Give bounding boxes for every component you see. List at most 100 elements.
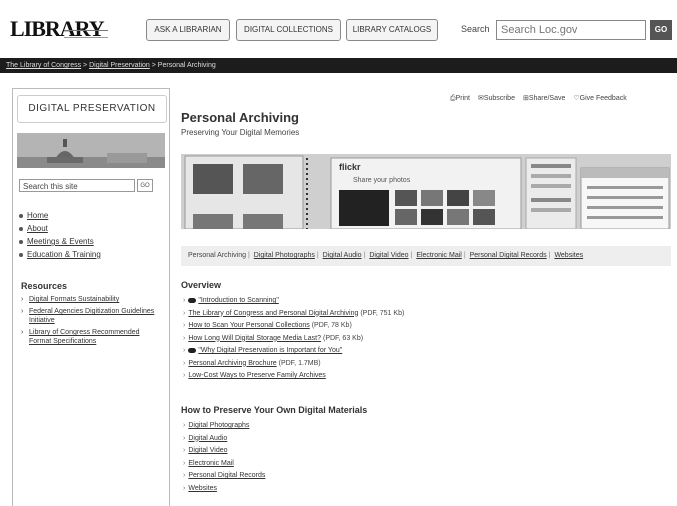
how-to-link[interactable]: Digital Video: [188, 447, 227, 454]
print-tool[interactable]: ⎙Print: [450, 95, 470, 102]
list-item: › Personal Archiving Brochure (PDF, 1.7MB…: [183, 358, 404, 371]
breadcrumb-link[interactable]: The Library of Congress: [6, 62, 81, 69]
sidebar-search-input[interactable]: Search this site: [19, 179, 135, 192]
how-to-link[interactable]: Electronic Mail: [188, 460, 234, 467]
tab-personal-digital-records[interactable]: Personal Digital Records: [470, 252, 547, 259]
banner-image: flickr Share your photos: [181, 154, 671, 229]
arrow-icon: ›: [183, 334, 186, 342]
list-item: › Electronic Mail: [183, 458, 265, 471]
overview-link[interactable]: How Long Will Digital Storage Media Last…: [188, 335, 321, 342]
how-to-link[interactable]: Personal Digital Records: [188, 472, 265, 479]
file-info: (PDF, 751 Kb): [360, 309, 405, 317]
bullet-icon: [19, 226, 23, 231]
arrow-icon: ›: [183, 447, 186, 454]
arrow-icon: ›: [21, 308, 24, 315]
overview-link[interactable]: The Library of Congress and Personal Dig…: [188, 310, 358, 317]
arrow-icon: ›: [183, 372, 186, 379]
overview-link[interactable]: "Introduction to Scanning": [198, 297, 278, 304]
list-item: › Digital Video: [183, 445, 265, 458]
feedback-label: Give Feedback: [579, 95, 627, 102]
list-item: › "Introduction to Scanning": [183, 295, 404, 308]
tab-digital-audio[interactable]: Digital Audio: [323, 252, 362, 259]
arrow-icon: ›: [183, 322, 186, 329]
resource-link[interactable]: Library of Congress Recommended Format S…: [29, 329, 140, 345]
site-search-input[interactable]: [496, 20, 646, 40]
breadcrumb-separator: >: [151, 62, 156, 69]
list-item: › Personal Digital Records: [183, 470, 265, 483]
video-icon: [188, 347, 197, 353]
share-label: Share/Save: [528, 95, 566, 102]
page-tools: ⎙Print ✉Subscribe ⊞Share/Save ♡Give Feed…: [450, 94, 633, 103]
resource-link[interactable]: Federal Agencies Digitization Guidelines…: [29, 308, 154, 324]
overview-link[interactable]: How to Scan Your Personal Collections: [188, 322, 309, 329]
resource-item[interactable]: › Federal Agencies Digitization Guideline…: [21, 307, 161, 325]
sidebar-item-label[interactable]: Meetings & Events: [27, 237, 94, 246]
how-to-heading: How to Preserve Your Own Digital Materia…: [181, 405, 368, 415]
page-subtitle: Preserving Your Digital Memories: [181, 128, 300, 137]
overview-link[interactable]: Low-Cost Ways to Preserve Family Archive…: [188, 372, 325, 379]
sidebar-item-label[interactable]: About: [27, 224, 48, 233]
feedback-tool[interactable]: ♡Give Feedback: [573, 95, 626, 102]
search-go-button[interactable]: GO: [650, 20, 672, 40]
sidebar-item-label[interactable]: Home: [27, 211, 48, 220]
list-item: › "Why Digital Preservation is Important …: [183, 345, 404, 358]
tab-websites[interactable]: Websites: [554, 252, 583, 259]
sidebar-item-education[interactable]: Education & Training: [19, 248, 101, 261]
how-to-list: › Digital Photographs › Digital Audio › Dig…: [183, 420, 265, 495]
breadcrumb: The Library of Congress > Digital Preser…: [0, 58, 677, 73]
arrow-icon: ›: [183, 422, 186, 429]
subscribe-tool[interactable]: ✉Subscribe: [478, 95, 515, 102]
sidebar-item-label[interactable]: Education & Training: [27, 250, 101, 259]
how-to-link[interactable]: Digital Photographs: [188, 422, 249, 429]
arrow-icon: ›: [183, 309, 186, 317]
overview-link[interactable]: "Why Digital Preservation is Important f…: [198, 347, 342, 354]
sidebar-nav: Home About Meetings & Events Education &…: [19, 209, 101, 261]
breadcrumb-link[interactable]: Digital Preservation: [89, 62, 150, 69]
library-catalogs-button[interactable]: LIBRARY CATALOGS: [346, 19, 438, 41]
bullet-icon: [19, 252, 23, 257]
tab-digital-photographs[interactable]: Digital Photographs: [254, 252, 315, 259]
resource-item[interactable]: › Digital Formats Sustainability: [21, 295, 161, 304]
list-item: › Digital Photographs: [183, 420, 265, 433]
how-to-link[interactable]: Websites: [188, 485, 217, 492]
overview-link[interactable]: Personal Archiving Brochure: [188, 360, 276, 367]
tab-electronic-mail[interactable]: Electronic Mail: [416, 252, 462, 259]
arrow-icon: ›: [21, 329, 24, 336]
arrow-icon: ›: [183, 297, 186, 304]
arrow-icon: ›: [21, 296, 24, 303]
flickr-logo: flickr: [339, 162, 361, 172]
sidebar-item-about[interactable]: About: [19, 222, 101, 235]
sidebar-title[interactable]: DIGITAL PRESERVATION: [17, 95, 167, 123]
resource-item[interactable]: › Library of Congress Recommended Format …: [21, 328, 161, 346]
capitol-dome-image: [17, 133, 165, 168]
site-header: LIBRARY ASK A LIBRARIAN DIGITAL COLLECTI…: [0, 0, 677, 59]
sidebar-item-home[interactable]: Home: [19, 209, 101, 222]
overview-list: › "Introduction to Scanning" › The Library…: [183, 295, 404, 383]
resources-list: › Digital Formats Sustainability › Federal…: [21, 295, 161, 349]
list-item: › Websites: [183, 483, 265, 496]
arrow-icon: ›: [183, 484, 186, 492]
library-logo[interactable]: LIBRARY: [10, 16, 105, 42]
ask-librarian-button[interactable]: ASK A LIBRARIAN: [146, 19, 230, 41]
sidebar-item-meetings[interactable]: Meetings & Events: [19, 235, 101, 248]
how-to-link[interactable]: Digital Audio: [188, 435, 227, 442]
sidebar-search-go-button[interactable]: GO: [137, 179, 153, 192]
arrow-icon: ›: [183, 434, 186, 442]
list-item: › How Long Will Digital Storage Media Las…: [183, 333, 404, 346]
resource-link[interactable]: Digital Formats Sustainability: [29, 296, 119, 303]
arrow-icon: ›: [183, 347, 186, 354]
video-icon: [188, 297, 197, 303]
arrow-icon: ›: [183, 359, 186, 367]
print-label: Print: [455, 95, 471, 102]
arrow-icon: ›: [183, 472, 186, 479]
file-info: (PDF, 78 Kb): [311, 322, 352, 329]
tab-digital-video[interactable]: Digital Video: [369, 252, 408, 259]
share-tool[interactable]: ⊞Share/Save: [523, 95, 565, 102]
search-label: Search: [461, 24, 490, 34]
flickr-tagline: Share your photos: [353, 177, 411, 184]
section-tabs: Personal Archiving | Digital Photographs |…: [181, 246, 671, 266]
page-title: Personal Archiving: [181, 110, 299, 125]
breadcrumb-current: Personal Archiving: [157, 62, 216, 69]
digital-collections-button[interactable]: DIGITAL COLLECTIONS: [236, 19, 341, 41]
tab-personal-archiving[interactable]: Personal Archiving: [188, 252, 246, 259]
